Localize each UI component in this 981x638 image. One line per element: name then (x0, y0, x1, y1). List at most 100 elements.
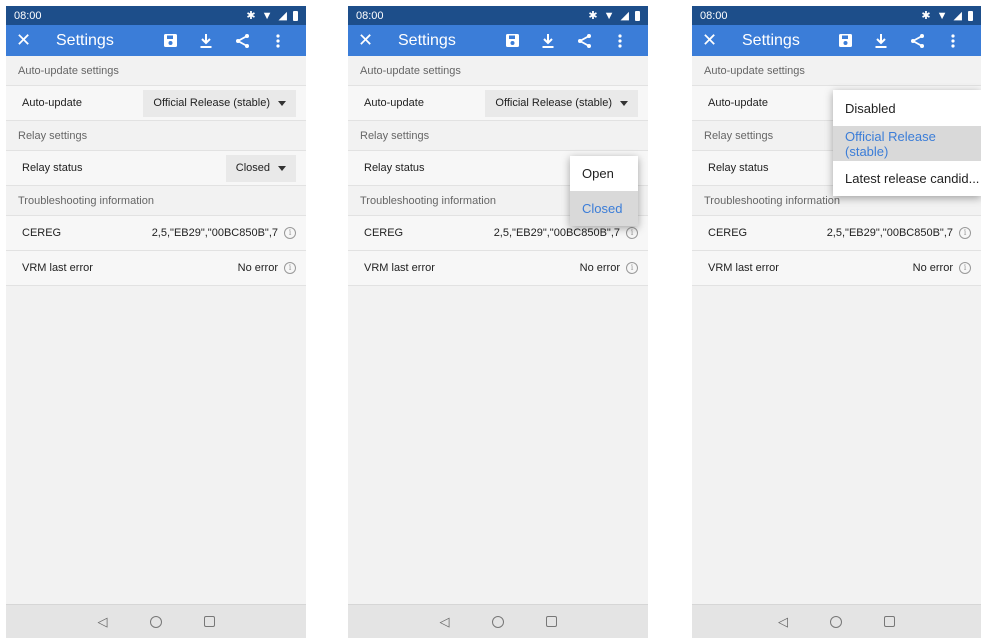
section-header-troubleshooting: Troubleshooting information (6, 186, 306, 216)
bluetooth-icon: ✱ (588, 10, 598, 22)
info-icon[interactable]: i (626, 262, 638, 274)
home-icon[interactable] (149, 615, 162, 628)
phone-screen-1: 08:00 ✱ ▼ ◢ ✕ Settings Auto-update setti… (6, 6, 306, 638)
info-icon[interactable]: i (284, 227, 296, 239)
cereg-label: CEREG (708, 227, 748, 239)
auto-option-disabled[interactable]: Disabled (833, 90, 981, 126)
auto-update-value: Official Release (stable) (153, 97, 270, 109)
share-icon[interactable] (566, 33, 602, 48)
bluetooth-icon: ✱ (921, 10, 931, 22)
phone-screen-3: 08:00 ✱ ▼ ◢ ✕ Settings Auto-update setti… (692, 6, 981, 638)
recents-icon[interactable] (545, 616, 557, 627)
auto-option-official-release[interactable]: Official Release (stable) (833, 126, 981, 161)
page-title: Settings (742, 31, 800, 49)
back-icon[interactable]: ◁ (778, 614, 788, 630)
status-icons: ✱ ▼ ◢ (921, 9, 973, 22)
chevron-down-icon (278, 100, 286, 106)
section-header-auto-update: Auto-update settings (6, 56, 306, 86)
section-header-relay: Relay settings (348, 121, 648, 151)
cereg-row: CEREG 2,5,"EB29","00BC850B",7 i (692, 216, 981, 251)
status-icons: ✱ ▼ ◢ (588, 9, 640, 22)
system-nav-bar: ◁ (692, 604, 981, 638)
relay-status-label: Relay status (708, 162, 769, 174)
download-icon[interactable] (863, 33, 899, 48)
cereg-value-group: 2,5,"EB29","00BC850B",7 i (494, 227, 638, 239)
wifi-icon: ▼ (603, 9, 615, 22)
auto-update-dropdown[interactable]: Official Release (stable) (143, 89, 296, 117)
save-icon[interactable] (827, 34, 863, 47)
recents-icon[interactable] (203, 616, 215, 627)
signal-icon: ◢ (953, 10, 962, 22)
wifi-icon: ▼ (261, 9, 273, 22)
relay-status-label: Relay status (22, 162, 83, 174)
relay-status-row: Relay status Closed (6, 151, 306, 186)
more-vert-icon[interactable] (935, 33, 971, 48)
page-title: Settings (56, 31, 114, 49)
section-header-auto-update: Auto-update settings (692, 56, 981, 86)
cereg-value: 2,5,"EB29","00BC850B",7 (826, 227, 953, 239)
vrm-error-row: VRM last error No error i (692, 251, 981, 286)
page-title: Settings (398, 31, 456, 49)
close-icon[interactable]: ✕ (702, 30, 730, 51)
toolbar: ✕ Settings (348, 25, 648, 56)
auto-update-row: Auto-update Official Release (stable) (6, 86, 306, 121)
cereg-value-group: 2,5,"EB29","00BC850B",7 i (152, 227, 296, 239)
signal-icon: ◢ (620, 10, 629, 22)
auto-option-latest-candidate[interactable]: Latest release candid... (833, 161, 981, 196)
toolbar: ✕ Settings (6, 25, 306, 56)
vrm-error-value: No error (579, 262, 620, 274)
system-nav-bar: ◁ (348, 604, 648, 638)
info-icon[interactable]: i (959, 227, 971, 239)
signal-icon: ◢ (278, 10, 287, 22)
more-vert-icon[interactable] (260, 33, 296, 48)
status-time: 08:00 (14, 9, 42, 22)
relay-status-menu: Open Closed (570, 156, 638, 226)
cereg-value: 2,5,"EB29","00BC850B",7 (151, 227, 278, 239)
download-icon[interactable] (530, 33, 566, 48)
more-vert-icon[interactable] (602, 33, 638, 48)
chevron-down-icon (278, 165, 286, 171)
vrm-error-label: VRM last error (364, 262, 435, 274)
info-icon[interactable]: i (626, 227, 638, 239)
auto-update-row: Auto-update Official Release (stable) (348, 86, 648, 121)
phone-screen-2: 08:00 ✱ ▼ ◢ ✕ Settings Auto-update setti… (348, 6, 648, 638)
vrm-error-value: No error (237, 262, 278, 274)
relay-status-value: Closed (235, 162, 270, 174)
vrm-error-label: VRM last error (708, 262, 779, 274)
vrm-error-row: VRM last error No error i (6, 251, 306, 286)
auto-update-value: Official Release (stable) (495, 97, 612, 109)
auto-update-dropdown[interactable]: Official Release (stable) (485, 89, 638, 117)
wifi-icon: ▼ (936, 9, 948, 22)
home-icon[interactable] (491, 615, 504, 628)
cereg-label: CEREG (22, 227, 62, 239)
vrm-error-value-group: No error i (913, 262, 971, 274)
relay-status-dropdown[interactable]: Closed (225, 154, 296, 182)
system-nav-bar: ◁ (6, 604, 306, 638)
relay-option-closed[interactable]: Closed (570, 191, 638, 226)
save-icon[interactable] (152, 34, 188, 47)
vrm-error-value-group: No error i (238, 262, 296, 274)
save-icon[interactable] (494, 34, 530, 47)
cereg-label: CEREG (364, 227, 404, 239)
close-icon[interactable]: ✕ (358, 30, 386, 51)
cereg-value: 2,5,"EB29","00BC850B",7 (493, 227, 620, 239)
recents-icon[interactable] (884, 616, 895, 627)
cereg-value-group: 2,5,"EB29","00BC850B",7 i (827, 227, 971, 239)
auto-update-label: Auto-update (364, 97, 424, 109)
close-icon[interactable]: ✕ (16, 30, 44, 51)
relay-option-open[interactable]: Open (570, 156, 638, 191)
info-icon[interactable]: i (284, 262, 296, 274)
status-icons: ✱ ▼ ◢ (246, 9, 298, 22)
share-icon[interactable] (899, 33, 935, 48)
battery-icon (635, 10, 640, 21)
cereg-row: CEREG 2,5,"EB29","00BC850B",7 i (6, 216, 306, 251)
download-icon[interactable] (188, 33, 224, 48)
auto-update-menu: Disabled Official Release (stable) Lates… (833, 90, 981, 196)
vrm-error-row: VRM last error No error i (348, 251, 648, 286)
share-icon[interactable] (224, 33, 260, 48)
back-icon[interactable]: ◁ (440, 614, 450, 630)
back-icon[interactable]: ◁ (98, 614, 108, 630)
vrm-error-value-group: No error i (580, 262, 638, 274)
home-icon[interactable] (830, 615, 842, 628)
info-icon[interactable]: i (959, 262, 971, 274)
